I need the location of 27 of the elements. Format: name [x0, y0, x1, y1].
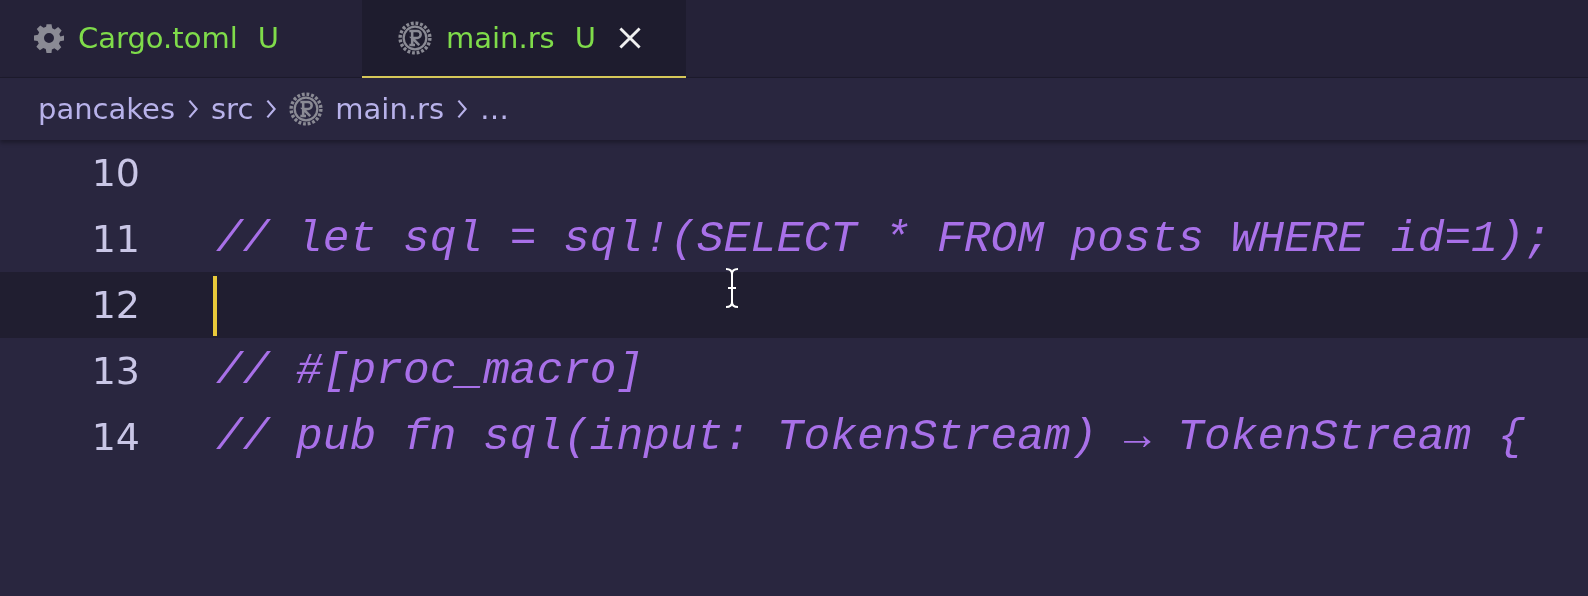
text-cursor-icon — [725, 268, 739, 308]
line-number: 13 — [90, 349, 140, 393]
status-letter: U — [257, 21, 279, 55]
code-comment: // #[proc_macro] — [216, 346, 644, 396]
chevron-icon — [456, 97, 469, 121]
cog-icon — [289, 92, 324, 126]
breadcrumb-item[interactable]: pancakes — [38, 92, 175, 126]
editor-tab[interactable]: Cargo.toml U — [0, 0, 362, 78]
breadcrumb-item[interactable]: src — [211, 92, 254, 126]
code-comment: // let sql = sql!(SELECT * FROM posts WHERE id=1); — [216, 214, 1552, 264]
cog-icon — [398, 21, 432, 55]
close-icon[interactable] — [617, 26, 642, 50]
text-caret — [213, 276, 217, 336]
line-number: 10 — [90, 151, 140, 195]
line-number: 11 — [90, 217, 140, 261]
status-letter: U — [574, 21, 596, 55]
tab-label: Cargo.toml — [78, 21, 238, 55]
tab-label: main.rs — [446, 21, 555, 55]
chevron-icon — [187, 97, 199, 121]
editor-tab[interactable]: main.rs U — [362, 0, 686, 78]
chevron-icon — [265, 97, 278, 121]
breadcrumb-item[interactable]: … — [480, 92, 510, 126]
code-comment: // pub fn sql(input: TokenStream) → TokenStream { — [216, 412, 1525, 462]
breadcrumb-item[interactable]: main.rs — [335, 92, 445, 126]
gear-icon — [34, 23, 64, 53]
line-number: 12 — [90, 283, 140, 327]
line-number: 14 — [90, 415, 140, 459]
